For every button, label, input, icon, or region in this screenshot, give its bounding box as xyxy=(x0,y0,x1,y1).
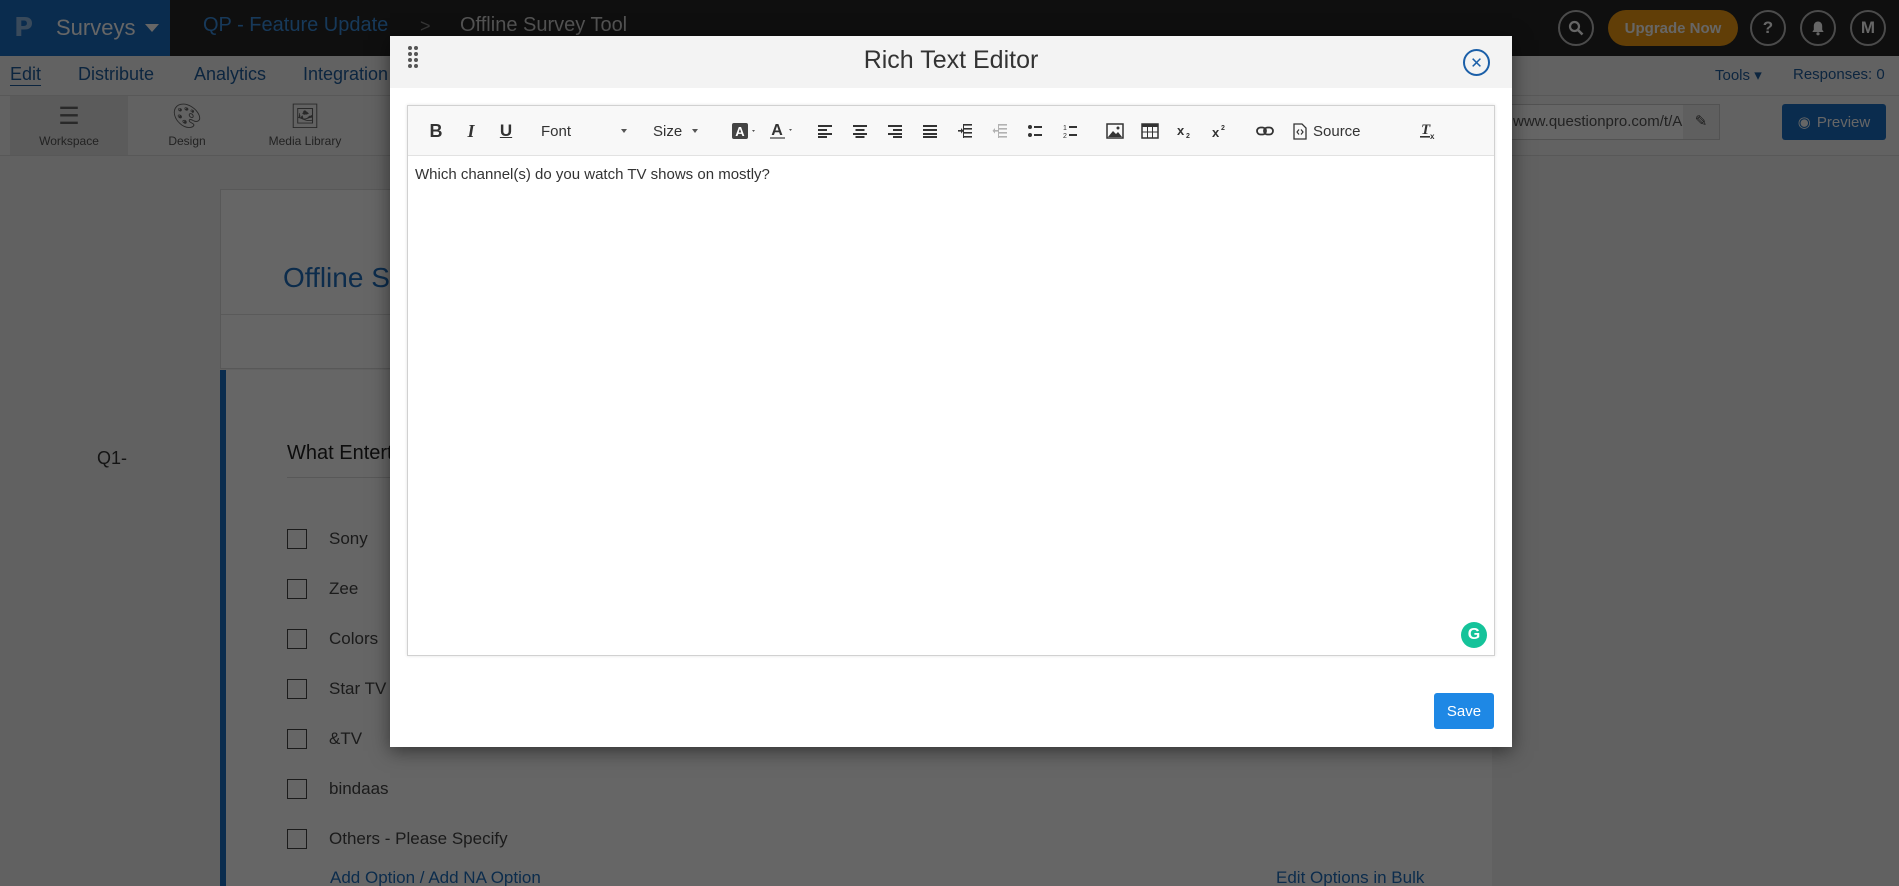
italic-button[interactable]: I xyxy=(461,117,481,145)
align-right-button[interactable] xyxy=(883,117,907,145)
underline-button[interactable]: U xyxy=(496,117,516,145)
modal-header: Rich Text Editor ✕ xyxy=(390,36,1512,88)
bold-button[interactable]: B xyxy=(426,117,446,145)
svg-text:1: 1 xyxy=(1063,125,1067,132)
source-file-icon xyxy=(1293,122,1307,140)
outdent-icon xyxy=(992,124,1007,138)
image-icon xyxy=(1106,123,1124,139)
size-dropdown[interactable]: Size xyxy=(653,117,713,145)
rich-text-editor: B I U Font Size A A 1 2 x 2 x 2 Source T… xyxy=(407,105,1495,656)
insert-image-button[interactable] xyxy=(1103,117,1127,145)
svg-text:2: 2 xyxy=(1221,125,1225,132)
align-justify-icon xyxy=(923,125,937,138)
indent-button[interactable] xyxy=(953,117,977,145)
font-dropdown[interactable]: Font xyxy=(541,117,641,145)
close-icon[interactable]: ✕ xyxy=(1463,49,1490,76)
bulleted-list-icon xyxy=(1028,125,1042,137)
svg-text:A: A xyxy=(735,124,745,139)
background-color-button[interactable]: A xyxy=(730,117,760,145)
size-dropdown-label: Size xyxy=(653,122,683,140)
remove-format-button[interactable]: Tx xyxy=(1416,117,1440,145)
numbered-list-button[interactable]: 12 xyxy=(1058,117,1082,145)
bulleted-list-button[interactable] xyxy=(1023,117,1047,145)
caret-down-icon xyxy=(621,129,628,133)
svg-text:2: 2 xyxy=(1186,133,1190,139)
align-left-icon xyxy=(818,125,832,138)
link-icon xyxy=(1256,126,1274,136)
subscript-icon: x2 xyxy=(1177,123,1190,139)
insert-link-button[interactable] xyxy=(1253,117,1277,145)
align-center-button[interactable] xyxy=(848,117,872,145)
save-button[interactable]: Save xyxy=(1434,693,1494,729)
svg-text:A: A xyxy=(771,122,783,139)
caret-down-icon xyxy=(692,129,699,133)
editor-content[interactable]: Which channel(s) do you watch TV shows o… xyxy=(408,157,1494,655)
editor-toolbar: B I U Font Size A A 1 2 x 2 x 2 Source T… xyxy=(408,106,1494,156)
svg-text:2: 2 xyxy=(1063,133,1067,139)
background-color-icon: A xyxy=(732,123,755,139)
text-color-button[interactable]: A xyxy=(768,117,798,145)
align-right-icon xyxy=(888,125,902,138)
modal-title: Rich Text Editor xyxy=(863,46,1039,74)
svg-text:x: x xyxy=(1177,123,1185,138)
indent-icon xyxy=(958,124,972,138)
table-icon xyxy=(1141,123,1159,139)
clear-formatting-icon: Tx xyxy=(1420,122,1435,141)
svg-text:x: x xyxy=(1430,132,1435,141)
source-label: Source xyxy=(1313,122,1361,140)
editor-text[interactable]: Which channel(s) do you watch TV shows o… xyxy=(415,166,1487,183)
superscript-button[interactable]: x2 xyxy=(1208,117,1232,145)
align-center-icon xyxy=(853,125,867,138)
numbered-list-icon: 12 xyxy=(1063,125,1077,139)
insert-table-button[interactable] xyxy=(1138,117,1162,145)
svg-text:x: x xyxy=(1212,125,1220,139)
superscript-icon: x2 xyxy=(1212,125,1225,139)
source-button[interactable]: Source xyxy=(1293,117,1373,145)
text-color-icon: A xyxy=(770,122,792,139)
subscript-button[interactable]: x2 xyxy=(1173,117,1197,145)
align-left-button[interactable] xyxy=(813,117,837,145)
outdent-button[interactable] xyxy=(988,117,1012,145)
font-dropdown-label: Font xyxy=(541,122,572,140)
rich-text-editor-modal: Rich Text Editor ✕ B I U Font Size A A 1… xyxy=(390,36,1512,747)
justify-button[interactable] xyxy=(918,117,942,145)
grammarly-icon[interactable]: G xyxy=(1461,622,1487,648)
